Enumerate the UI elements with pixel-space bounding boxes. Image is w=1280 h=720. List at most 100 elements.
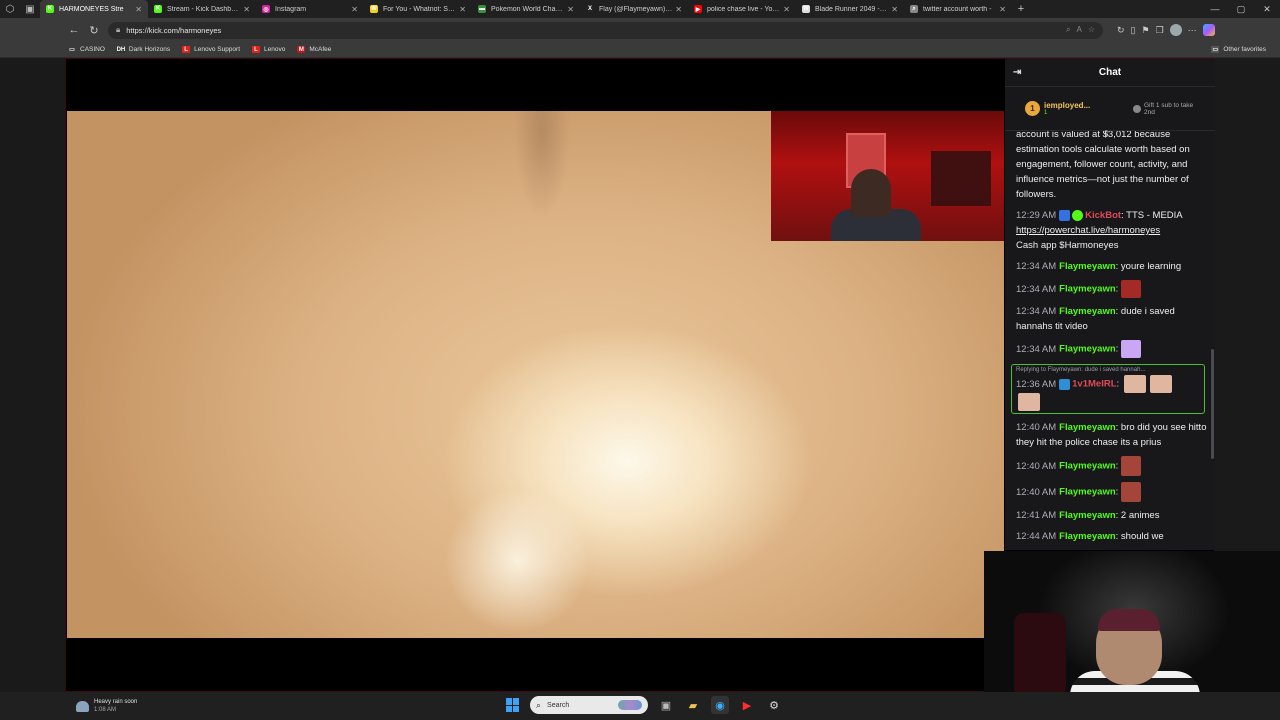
windows-taskbar: Heavy rain soon 1:08 AM ⌕ Search ▣ ▰ ◉ ▶… bbox=[0, 692, 1280, 720]
browser-tab[interactable]: ⌕ twitter account worth - ✕ bbox=[904, 0, 1012, 18]
new-tab-button[interactable]: + bbox=[1012, 3, 1030, 15]
url-text: https://kick.com/harmoneyes bbox=[126, 25, 222, 35]
taskbar-apps: ⌕ Search ▣ ▰ ◉ ▶ ⚙ bbox=[506, 696, 783, 714]
chat-link[interactable]: https://powerchat.live/harmoneyes bbox=[1016, 225, 1160, 236]
browser-tab[interactable]: ▬ Pokemon World Champi ✕ bbox=[472, 0, 580, 18]
chat-username[interactable]: KickBot bbox=[1085, 210, 1121, 221]
browser-tab[interactable]: K HARMONEYES Stre ✕ bbox=[40, 0, 148, 18]
browser-tab[interactable]: W For You - Whatnot: Shop ✕ bbox=[364, 0, 472, 18]
start-button-icon[interactable] bbox=[506, 698, 520, 712]
profile-avatar[interactable] bbox=[1169, 24, 1182, 36]
desktop-screen: ⬡ ▣ K HARMONEYES Stre ✕ K Stream - Kick Dash… bbox=[0, 0, 1280, 720]
refresh-button[interactable]: ↻ bbox=[84, 20, 104, 40]
media-app-icon[interactable]: ▶ bbox=[738, 696, 756, 714]
message-text: : bbox=[1115, 283, 1119, 295]
chat-username[interactable]: Flaymeyawn bbox=[1059, 284, 1116, 295]
chat-username[interactable]: Flaymeyawn bbox=[1059, 461, 1116, 472]
chat-username[interactable]: 1v1MeIRL bbox=[1072, 379, 1116, 390]
tab-close-icon[interactable]: ✕ bbox=[999, 5, 1006, 14]
other-favorites[interactable]: ▭ Other favorites bbox=[1211, 46, 1266, 53]
message-time: 12:29 AM bbox=[1016, 210, 1057, 221]
weather-widget[interactable]: Heavy rain soon 1:08 AM bbox=[76, 698, 137, 714]
message-text: : bbox=[1115, 486, 1119, 498]
copilot-icon[interactable] bbox=[1202, 24, 1215, 36]
bookmark-list: ▭ CASINO DH Dark Horizons L Lenovo Support L Le… bbox=[68, 46, 343, 53]
chat-username[interactable]: Flaymeyawn bbox=[1059, 422, 1116, 433]
chat-emote[interactable] bbox=[1018, 393, 1040, 411]
tab-close-icon[interactable]: ✕ bbox=[135, 5, 142, 14]
tab-close-icon[interactable]: ✕ bbox=[783, 5, 790, 14]
tab-close-icon[interactable]: ✕ bbox=[675, 5, 682, 14]
chat-message: 12:34 AM Flaymeyawn: dude i saved hannahs… bbox=[1016, 304, 1207, 334]
collapse-chat-icon[interactable]: ⇥ bbox=[1013, 67, 1021, 78]
tab-close-icon[interactable]: ✕ bbox=[459, 5, 466, 14]
browser-tab[interactable]: ◎ Instagram ✕ bbox=[256, 0, 364, 18]
chat-username[interactable]: Flaymeyawn bbox=[1059, 306, 1116, 317]
bookmark-item[interactable]: M McAfee bbox=[297, 46, 331, 53]
gift-sub-button[interactable]: Gift 1 sub to take 2nd bbox=[1133, 102, 1201, 116]
maximize-icon[interactable]: ▢ bbox=[1228, 4, 1254, 15]
reply-reference[interactable]: Replying to Flaymeyawn: dude i saved han… bbox=[1016, 366, 1198, 375]
back-button[interactable]: ← bbox=[64, 20, 84, 40]
tab-favicon-icon: ▬ bbox=[478, 5, 486, 13]
settings-gear-icon[interactable]: ⚙ bbox=[765, 696, 783, 714]
minimize-icon[interactable]: — bbox=[1202, 4, 1228, 15]
message-time: 12:34 AM bbox=[1016, 306, 1057, 317]
tab-actions-icon[interactable]: ▣ bbox=[20, 0, 40, 18]
bookmark-label: McAfee bbox=[309, 46, 332, 53]
chat-emote[interactable] bbox=[1120, 456, 1141, 476]
chat-scrollbar[interactable] bbox=[1211, 349, 1214, 459]
chat-username[interactable]: Flaymeyawn bbox=[1059, 261, 1116, 272]
lock-icon: 🔒︎ bbox=[116, 25, 121, 34]
taskbar-search[interactable]: ⌕ Search bbox=[530, 696, 648, 714]
chat-username[interactable]: Flaymeyawn bbox=[1059, 510, 1116, 521]
chat-emote[interactable] bbox=[1120, 482, 1141, 502]
read-aloud-icon[interactable]: A bbox=[1076, 25, 1081, 35]
close-window-icon[interactable]: ✕ bbox=[1254, 4, 1280, 15]
refresh-extension-icon[interactable]: ↻ bbox=[1117, 25, 1125, 36]
chat-emote[interactable] bbox=[1120, 340, 1141, 358]
chat-message-partial: account is valued at $3,012 because esti… bbox=[1016, 131, 1190, 200]
chat-username[interactable]: Flaymeyawn bbox=[1059, 531, 1116, 542]
bookmark-label: CASINO bbox=[80, 46, 105, 53]
chat-emote[interactable] bbox=[1123, 375, 1146, 393]
task-view-icon[interactable]: ▣ bbox=[657, 696, 675, 714]
split-screen-icon[interactable]: ▯ bbox=[1131, 25, 1136, 36]
browser-tab[interactable]: K Stream - Kick Dashboard ✕ bbox=[148, 0, 256, 18]
chat-message: 12:40 AM Flaymeyawn: bro did you see hitt… bbox=[1016, 420, 1207, 450]
browser-tab[interactable]: ▶ police chase live - YouTu ✕ bbox=[688, 0, 796, 18]
chat-username[interactable]: Flaymeyawn bbox=[1059, 344, 1116, 355]
bookmark-item[interactable]: DH Dark Horizons bbox=[117, 46, 170, 53]
edge-browser-icon[interactable]: ◉ bbox=[711, 696, 729, 714]
chat-username[interactable]: Flaymeyawn bbox=[1059, 487, 1116, 498]
more-menu-icon[interactable]: ⋯ bbox=[1188, 25, 1197, 36]
collections-icon[interactable]: ❐ bbox=[1156, 25, 1164, 36]
tab-close-icon[interactable]: ✕ bbox=[567, 5, 574, 14]
tab-title: Flay (@Flaymeyawn) / X bbox=[599, 5, 673, 13]
favorite-star-icon[interactable]: ☆ bbox=[1088, 25, 1095, 35]
extensions-icon[interactable]: ⚑ bbox=[1142, 25, 1150, 36]
bookmark-item[interactable]: ▭ CASINO bbox=[68, 46, 105, 53]
file-explorer-icon[interactable]: ▰ bbox=[684, 696, 702, 714]
browser-toolbar: ← ↻ 🔒︎ https://kick.com/harmoneyes ⌕ A ☆… bbox=[0, 18, 1280, 42]
bookmark-icon: ▭ bbox=[68, 46, 76, 53]
chat-title: Chat bbox=[1098, 67, 1122, 78]
chat-message: 12:29 AM KickBot: TTS - MEDIA https://powe… bbox=[1016, 208, 1207, 253]
tab-title: HARMONEYES Stre bbox=[59, 5, 124, 13]
browser-tab[interactable]: W Blade Runner 2049 - Wiki ✕ bbox=[796, 0, 904, 18]
chat-emote[interactable] bbox=[1120, 280, 1141, 298]
chat-emote[interactable] bbox=[1150, 375, 1173, 393]
bookmark-item[interactable]: L Lenovo Support bbox=[182, 46, 240, 53]
top-gifter[interactable]: iemployed... 1 bbox=[1044, 101, 1090, 116]
browser-tab[interactable]: X Flay (@Flaymeyawn) / X ✕ bbox=[580, 0, 688, 18]
tab-close-icon[interactable]: ✕ bbox=[891, 5, 898, 14]
tab-close-icon[interactable]: ✕ bbox=[351, 5, 358, 14]
zoom-icon[interactable]: ⌕ bbox=[1066, 25, 1070, 35]
address-bar[interactable]: 🔒︎ https://kick.com/harmoneyes ⌕ A ☆ bbox=[108, 21, 1103, 39]
message-time: 12:34 AM bbox=[1016, 261, 1057, 272]
message-text: : should we bbox=[1115, 531, 1164, 542]
bookmark-item[interactable]: L Lenovo bbox=[252, 46, 285, 53]
workspaces-icon[interactable]: ⬡ bbox=[0, 0, 20, 18]
rain-cloud-icon bbox=[76, 700, 89, 712]
tab-close-icon[interactable]: ✕ bbox=[243, 5, 250, 14]
